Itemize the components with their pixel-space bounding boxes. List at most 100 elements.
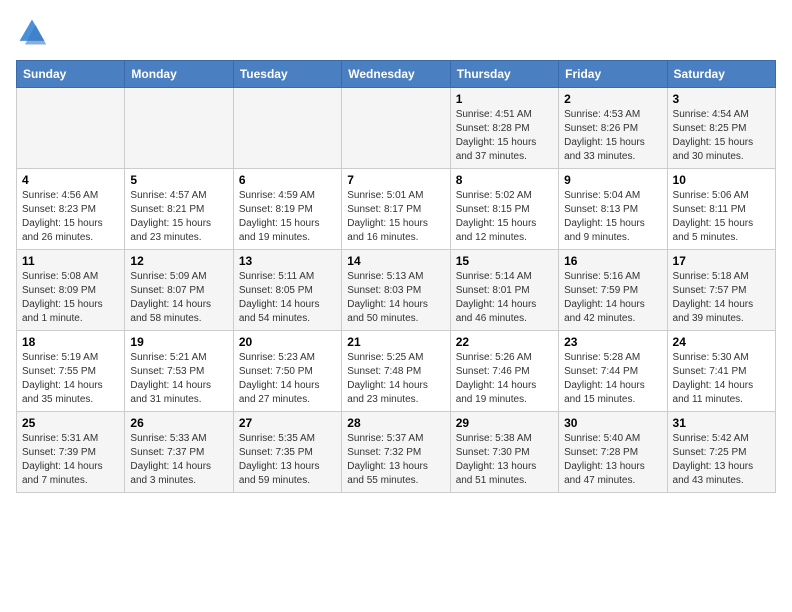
day-number: 19 <box>130 335 227 349</box>
day-info: Sunrise: 4:51 AM Sunset: 8:28 PM Dayligh… <box>456 108 553 164</box>
day-cell: 15 Sunrise: 5:14 AM Sunset: 8:01 PM Dayli… <box>450 250 558 331</box>
week-row-3: 11 Sunrise: 5:08 AM Sunset: 8:09 PM Dayli… <box>17 250 776 331</box>
week-row-2: 4Sunrise: 4:56 AM Sunset: 8:23 PM Daylig… <box>17 169 776 250</box>
day-info: Sunrise: 5:21 AM Sunset: 7:53 PM Dayligh… <box>130 351 227 407</box>
day-info: Sunrise: 5:08 AM Sunset: 8:09 PM Dayligh… <box>22 270 119 326</box>
day-cell: 8Sunrise: 5:02 AM Sunset: 8:15 PM Daylig… <box>450 169 558 250</box>
day-number: 27 <box>239 416 336 430</box>
day-info: Sunrise: 5:18 AM Sunset: 7:57 PM Dayligh… <box>673 270 770 326</box>
day-cell: 29 Sunrise: 5:38 AM Sunset: 7:30 PM Dayli… <box>450 412 558 493</box>
page-header <box>16 16 776 48</box>
day-info: Sunrise: 4:57 AM Sunset: 8:21 PM Dayligh… <box>130 189 227 245</box>
day-cell: 30 Sunrise: 5:40 AM Sunset: 7:28 PM Dayli… <box>559 412 667 493</box>
day-number: 1 <box>456 92 553 106</box>
day-info: Sunrise: 5:11 AM Sunset: 8:05 PM Dayligh… <box>239 270 336 326</box>
day-info: Sunrise: 5:19 AM Sunset: 7:55 PM Dayligh… <box>22 351 119 407</box>
day-info: Sunrise: 5:26 AM Sunset: 7:46 PM Dayligh… <box>456 351 553 407</box>
day-info: Sunrise: 5:14 AM Sunset: 8:01 PM Dayligh… <box>456 270 553 326</box>
day-number: 28 <box>347 416 444 430</box>
header-monday: Monday <box>125 61 233 88</box>
day-info: Sunrise: 5:02 AM Sunset: 8:15 PM Dayligh… <box>456 189 553 245</box>
day-number: 5 <box>130 173 227 187</box>
day-info: Sunrise: 5:25 AM Sunset: 7:48 PM Dayligh… <box>347 351 444 407</box>
header-row: SundayMondayTuesdayWednesdayThursdayFrid… <box>17 61 776 88</box>
day-number: 21 <box>347 335 444 349</box>
day-number: 16 <box>564 254 661 268</box>
day-number: 30 <box>564 416 661 430</box>
day-cell <box>125 88 233 169</box>
logo-icon <box>16 16 48 48</box>
day-cell: 25 Sunrise: 5:31 AM Sunset: 7:39 PM Dayli… <box>17 412 125 493</box>
day-cell: 22 Sunrise: 5:26 AM Sunset: 7:46 PM Dayli… <box>450 331 558 412</box>
day-cell <box>17 88 125 169</box>
day-number: 18 <box>22 335 119 349</box>
day-number: 10 <box>673 173 770 187</box>
day-info: Sunrise: 5:35 AM Sunset: 7:35 PM Dayligh… <box>239 432 336 488</box>
day-cell: 10 Sunrise: 5:06 AM Sunset: 8:11 PM Dayli… <box>667 169 775 250</box>
logo <box>16 16 52 48</box>
day-cell: 3Sunrise: 4:54 AM Sunset: 8:25 PM Daylig… <box>667 88 775 169</box>
day-number: 17 <box>673 254 770 268</box>
day-number: 31 <box>673 416 770 430</box>
day-cell: 1 Sunrise: 4:51 AM Sunset: 8:28 PM Daylig… <box>450 88 558 169</box>
day-number: 9 <box>564 173 661 187</box>
day-cell: 23 Sunrise: 5:28 AM Sunset: 7:44 PM Dayli… <box>559 331 667 412</box>
day-number: 29 <box>456 416 553 430</box>
day-cell: 31 Sunrise: 5:42 AM Sunset: 7:25 PM Dayli… <box>667 412 775 493</box>
day-info: Sunrise: 5:40 AM Sunset: 7:28 PM Dayligh… <box>564 432 661 488</box>
header-sunday: Sunday <box>17 61 125 88</box>
day-info: Sunrise: 5:09 AM Sunset: 8:07 PM Dayligh… <box>130 270 227 326</box>
day-cell: 27 Sunrise: 5:35 AM Sunset: 7:35 PM Dayli… <box>233 412 341 493</box>
day-cell: 18 Sunrise: 5:19 AM Sunset: 7:55 PM Dayli… <box>17 331 125 412</box>
day-info: Sunrise: 5:13 AM Sunset: 8:03 PM Dayligh… <box>347 270 444 326</box>
calendar-table: SundayMondayTuesdayWednesdayThursdayFrid… <box>16 60 776 493</box>
header-wednesday: Wednesday <box>342 61 450 88</box>
day-cell <box>342 88 450 169</box>
day-number: 22 <box>456 335 553 349</box>
day-cell: 4Sunrise: 4:56 AM Sunset: 8:23 PM Daylig… <box>17 169 125 250</box>
day-number: 20 <box>239 335 336 349</box>
day-number: 26 <box>130 416 227 430</box>
day-cell: 9Sunrise: 5:04 AM Sunset: 8:13 PM Daylig… <box>559 169 667 250</box>
day-info: Sunrise: 5:01 AM Sunset: 8:17 PM Dayligh… <box>347 189 444 245</box>
day-info: Sunrise: 4:59 AM Sunset: 8:19 PM Dayligh… <box>239 189 336 245</box>
day-cell: 17 Sunrise: 5:18 AM Sunset: 7:57 PM Dayli… <box>667 250 775 331</box>
day-cell: 16 Sunrise: 5:16 AM Sunset: 7:59 PM Dayli… <box>559 250 667 331</box>
day-info: Sunrise: 5:06 AM Sunset: 8:11 PM Dayligh… <box>673 189 770 245</box>
day-cell <box>233 88 341 169</box>
day-cell: 2Sunrise: 4:53 AM Sunset: 8:26 PM Daylig… <box>559 88 667 169</box>
day-info: Sunrise: 5:30 AM Sunset: 7:41 PM Dayligh… <box>673 351 770 407</box>
day-info: Sunrise: 5:16 AM Sunset: 7:59 PM Dayligh… <box>564 270 661 326</box>
day-info: Sunrise: 5:33 AM Sunset: 7:37 PM Dayligh… <box>130 432 227 488</box>
day-number: 7 <box>347 173 444 187</box>
day-info: Sunrise: 5:31 AM Sunset: 7:39 PM Dayligh… <box>22 432 119 488</box>
day-cell: 24 Sunrise: 5:30 AM Sunset: 7:41 PM Dayli… <box>667 331 775 412</box>
day-cell: 6 Sunrise: 4:59 AM Sunset: 8:19 PM Daylig… <box>233 169 341 250</box>
day-cell: 11 Sunrise: 5:08 AM Sunset: 8:09 PM Dayli… <box>17 250 125 331</box>
day-info: Sunrise: 5:37 AM Sunset: 7:32 PM Dayligh… <box>347 432 444 488</box>
day-cell: 7 Sunrise: 5:01 AM Sunset: 8:17 PM Daylig… <box>342 169 450 250</box>
day-number: 12 <box>130 254 227 268</box>
week-row-5: 25 Sunrise: 5:31 AM Sunset: 7:39 PM Dayli… <box>17 412 776 493</box>
header-tuesday: Tuesday <box>233 61 341 88</box>
day-number: 6 <box>239 173 336 187</box>
day-cell: 28 Sunrise: 5:37 AM Sunset: 7:32 PM Dayli… <box>342 412 450 493</box>
day-number: 15 <box>456 254 553 268</box>
day-number: 24 <box>673 335 770 349</box>
day-number: 13 <box>239 254 336 268</box>
day-cell: 26 Sunrise: 5:33 AM Sunset: 7:37 PM Dayli… <box>125 412 233 493</box>
day-number: 25 <box>22 416 119 430</box>
day-info: Sunrise: 5:28 AM Sunset: 7:44 PM Dayligh… <box>564 351 661 407</box>
day-cell: 21 Sunrise: 5:25 AM Sunset: 7:48 PM Dayli… <box>342 331 450 412</box>
day-info: Sunrise: 5:38 AM Sunset: 7:30 PM Dayligh… <box>456 432 553 488</box>
day-cell: 12 Sunrise: 5:09 AM Sunset: 8:07 PM Dayli… <box>125 250 233 331</box>
day-number: 3 <box>673 92 770 106</box>
header-saturday: Saturday <box>667 61 775 88</box>
day-number: 11 <box>22 254 119 268</box>
header-thursday: Thursday <box>450 61 558 88</box>
day-number: 23 <box>564 335 661 349</box>
day-info: Sunrise: 5:42 AM Sunset: 7:25 PM Dayligh… <box>673 432 770 488</box>
day-info: Sunrise: 4:53 AM Sunset: 8:26 PM Dayligh… <box>564 108 661 164</box>
day-cell: 5 Sunrise: 4:57 AM Sunset: 8:21 PM Daylig… <box>125 169 233 250</box>
day-number: 4 <box>22 173 119 187</box>
